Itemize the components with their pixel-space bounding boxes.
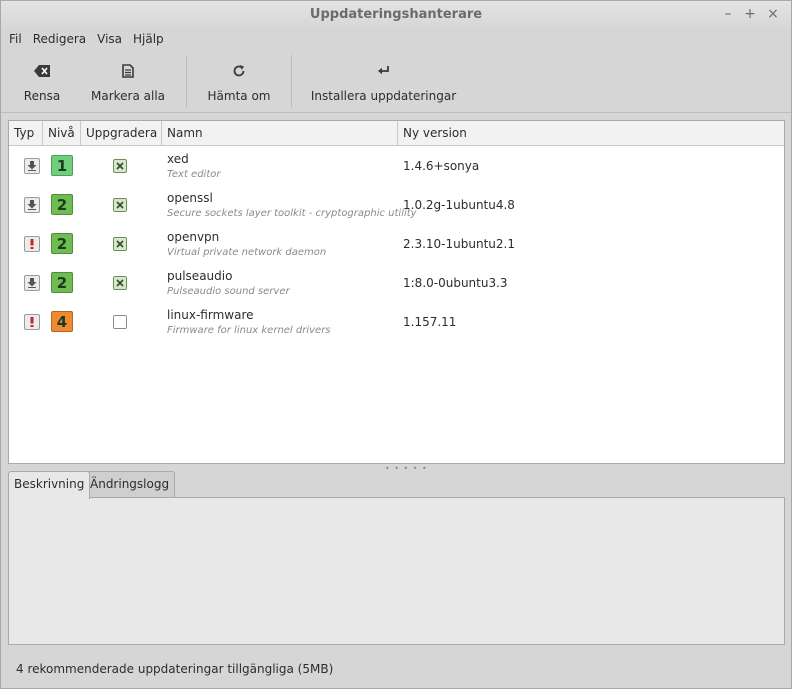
refresh-button[interactable]: Hämta om xyxy=(206,55,272,109)
package-description: Text editor xyxy=(167,169,221,180)
package-version: 1.157.11 xyxy=(403,315,457,329)
package-version: 1:8.0-0ubuntu3.3 xyxy=(403,276,508,290)
package-name: openssl xyxy=(167,191,213,205)
pane-splitter-handle[interactable]: • • • • • xyxy=(385,464,428,473)
upgrade-checkbox[interactable] xyxy=(113,198,127,212)
updates-list[interactable]: Typ Nivå Uppgradera Namn Ny version 1 xe… xyxy=(8,120,785,464)
security-update-icon xyxy=(24,236,40,252)
menu-bar: Fil Redigera Visa Hjälp xyxy=(1,29,791,49)
install-updates-button[interactable]: Installera uppdateringar xyxy=(311,55,456,109)
column-header-level[interactable]: Nivå xyxy=(43,121,81,146)
tab-changelog[interactable]: Ändringslogg xyxy=(84,471,176,498)
package-name: pulseaudio xyxy=(167,269,233,283)
package-version: 2.3.10-1ubuntu2.1 xyxy=(403,237,515,251)
package-description: Virtual private network daemon xyxy=(167,247,327,258)
table-row[interactable]: 1 xed Text editor 1.4.6+sonya xyxy=(9,147,784,186)
table-row[interactable]: 4 linux-firmware Firmware for linux kern… xyxy=(9,303,784,342)
maximize-button[interactable]: + xyxy=(741,5,759,23)
package-name: linux-firmware xyxy=(167,308,254,322)
update-manager-window: Uppdateringshanterare – + × Fil Redigera… xyxy=(0,0,792,689)
package-version: 1.0.2g-1ubuntu4.8 xyxy=(403,198,515,212)
close-button[interactable]: × xyxy=(764,5,782,23)
menu-edit[interactable]: Redigera xyxy=(33,32,86,46)
menu-help[interactable]: Hjälp xyxy=(133,32,164,46)
column-header-version[interactable]: Ny version xyxy=(398,121,784,146)
package-description: Firmware for linux kernel drivers xyxy=(167,325,331,336)
menu-view[interactable]: Visa xyxy=(97,32,122,46)
clear-button[interactable]: Rensa xyxy=(17,55,67,109)
upgrade-checkbox[interactable] xyxy=(113,315,127,329)
document-icon xyxy=(122,61,134,81)
table-row[interactable]: 2 openssl Secure sockets layer toolkit -… xyxy=(9,186,784,225)
select-all-label: Markera alla xyxy=(90,89,166,103)
security-update-icon xyxy=(24,314,40,330)
package-name: openvpn xyxy=(167,230,220,244)
window-title: Uppdateringshanterare xyxy=(309,7,483,22)
select-all-button[interactable]: Markera alla xyxy=(89,55,167,109)
level-badge: 2 xyxy=(51,272,73,293)
level-badge: 4 xyxy=(51,311,73,332)
backspace-icon xyxy=(34,61,50,81)
description-panel xyxy=(8,497,785,645)
level-badge: 1 xyxy=(51,155,73,176)
install-updates-label: Installera uppdateringar xyxy=(310,89,457,103)
minimize-button[interactable]: – xyxy=(719,5,737,23)
menu-file[interactable]: Fil xyxy=(9,32,22,46)
toolbar-separator xyxy=(186,55,187,107)
package-name: xed xyxy=(167,152,189,166)
column-header-name[interactable]: Namn xyxy=(162,121,398,146)
toolbar: Rensa Markera alla Hämta om Installera u… xyxy=(1,49,791,113)
upgrade-checkbox[interactable] xyxy=(113,159,127,173)
title-bar[interactable]: Uppdateringshanterare – + × xyxy=(1,1,791,29)
toolbar-separator xyxy=(291,55,292,107)
list-header: Typ Nivå Uppgradera Namn Ny version xyxy=(9,121,784,146)
package-update-icon xyxy=(24,197,40,213)
package-update-icon xyxy=(24,158,40,174)
return-arrow-icon xyxy=(377,61,391,81)
column-header-type[interactable]: Typ xyxy=(9,121,43,146)
upgrade-checkbox[interactable] xyxy=(113,237,127,251)
package-version: 1.4.6+sonya xyxy=(403,159,480,173)
refresh-label: Hämta om xyxy=(207,89,271,103)
table-row[interactable]: 2 pulseaudio Pulseaudio sound server 1:8… xyxy=(9,264,784,303)
clear-label: Rensa xyxy=(23,89,61,103)
refresh-icon xyxy=(232,61,246,81)
package-update-icon xyxy=(24,275,40,291)
table-row[interactable]: 2 openvpn Virtual private network daemon… xyxy=(9,225,784,264)
package-description: Pulseaudio sound server xyxy=(167,286,290,297)
status-bar-text: 4 rekommenderade uppdateringar tillgängl… xyxy=(16,662,334,676)
level-badge: 2 xyxy=(51,233,73,254)
package-description: Secure sockets layer toolkit - cryptogra… xyxy=(167,208,417,219)
level-badge: 2 xyxy=(51,194,73,215)
column-header-upgrade[interactable]: Uppgradera xyxy=(81,121,162,146)
upgrade-checkbox[interactable] xyxy=(113,276,127,290)
tab-description[interactable]: Beskrivning xyxy=(8,471,91,499)
